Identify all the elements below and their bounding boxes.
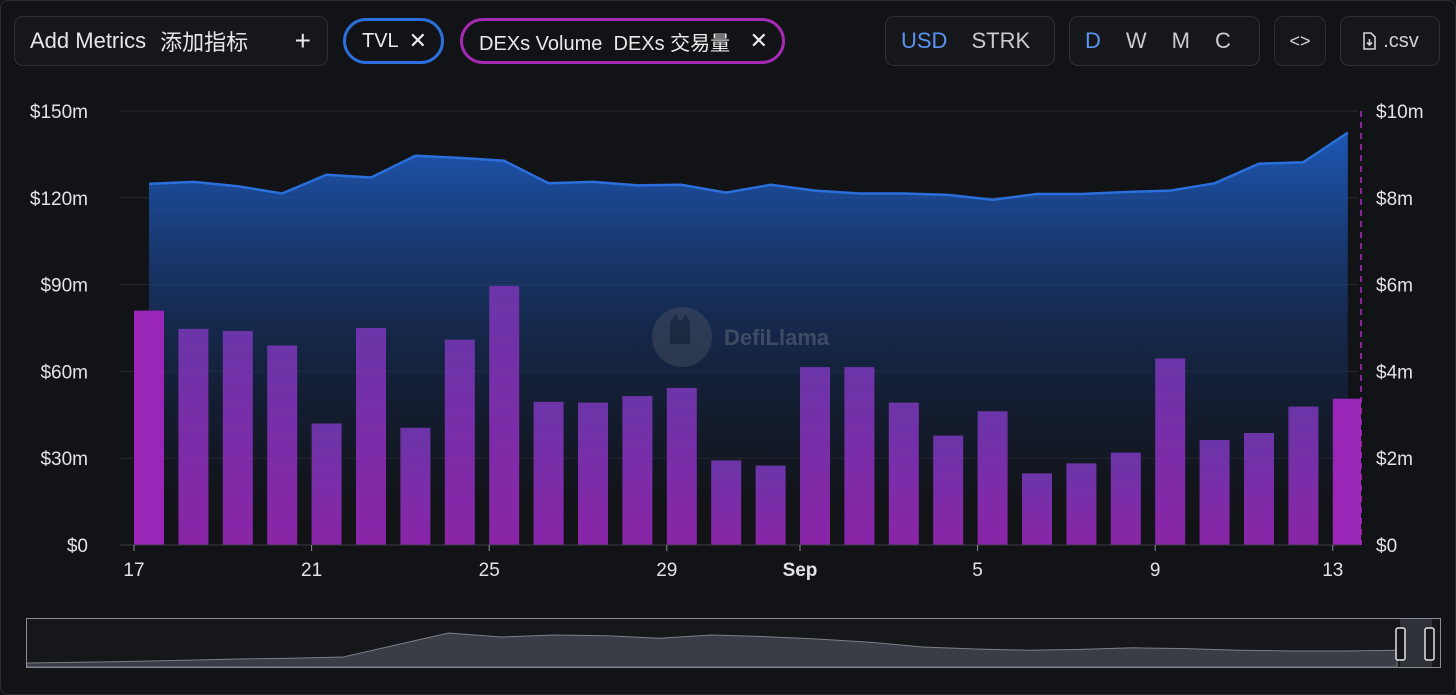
volume-bar[interactable] <box>178 328 209 545</box>
plus-icon: + <box>294 25 311 56</box>
chart-plot[interactable]: DefiLlama $0 $0 $30m $2m $60m $4m $90m $6m $120m… <box>0 90 1456 590</box>
volume-bar[interactable] <box>267 345 298 545</box>
volume-bar[interactable] <box>222 331 253 545</box>
add-metrics-label: Add Metrics <box>30 28 147 53</box>
csv-label: .csv <box>1383 29 1419 52</box>
download-file-icon <box>1363 32 1377 50</box>
volume-bar[interactable] <box>489 285 520 545</box>
granularity-option-daily[interactable]: D <box>1070 28 1101 54</box>
embed-button[interactable]: <> <box>1274 16 1326 66</box>
y-left-tick-label: $90m <box>40 276 88 297</box>
x-tick-label: 17 <box>123 560 144 581</box>
y-left-tick-label: $150m <box>30 102 88 123</box>
volume-bar[interactable] <box>1110 452 1141 545</box>
y-right-tick-label: $10m <box>1376 102 1424 123</box>
volume-bar[interactable] <box>533 401 564 545</box>
metric-chip-label: TVL <box>362 29 399 52</box>
currency-option-strk[interactable]: STRK <box>947 28 1030 54</box>
metric-chip-label: DEXs Volume DEXs 交易量 <box>479 32 731 55</box>
volume-bar[interactable] <box>1022 473 1052 545</box>
x-tick-label: 29 <box>656 560 677 581</box>
granularity-option-weekly[interactable]: W <box>1101 28 1147 54</box>
volume-bar[interactable] <box>311 423 342 546</box>
volume-bar[interactable] <box>1288 406 1319 545</box>
y-right-tick-label: $6m <box>1376 276 1413 297</box>
close-icon[interactable]: ✕ <box>409 28 427 54</box>
currency-option-usd[interactable]: USD <box>886 28 947 54</box>
watermark-text: DefiLlama <box>724 325 830 350</box>
brush-handle[interactable] <box>1424 627 1435 661</box>
volume-bar[interactable] <box>711 460 742 545</box>
granularity-option-monthly[interactable]: M <box>1147 28 1190 54</box>
x-tick-label: 9 <box>1150 560 1161 581</box>
granularity-option-cumulative[interactable]: C <box>1190 28 1231 54</box>
volume-bar[interactable] <box>1244 433 1274 545</box>
add-metrics-label-cn: 添加指标 <box>160 30 249 55</box>
volume-bar[interactable] <box>134 310 164 545</box>
volume-bar[interactable] <box>1199 440 1230 545</box>
close-icon[interactable]: ✕ <box>750 28 768 54</box>
volume-bar[interactable] <box>844 367 875 545</box>
volume-bar[interactable] <box>755 465 786 545</box>
volume-bar[interactable] <box>1066 463 1097 545</box>
x-tick-label: 13 <box>1322 560 1343 581</box>
y-left-tick-label: $60m <box>40 362 88 383</box>
y-right-tick-label: $2m <box>1376 449 1413 470</box>
metric-chip-tvl[interactable]: TVL ✕ <box>343 18 444 64</box>
y-left-tick-label: $120m <box>30 189 88 210</box>
add-metrics-button[interactable]: Add Metrics 添加指标 + <box>14 16 328 66</box>
download-csv-button[interactable]: .csv <box>1340 16 1440 66</box>
volume-bar[interactable] <box>666 387 697 545</box>
volume-bar[interactable] <box>578 402 608 545</box>
x-tick-label: Sep <box>783 560 818 581</box>
brush-handle[interactable] <box>1395 627 1406 661</box>
x-tick-label: 5 <box>972 560 983 581</box>
volume-bar[interactable] <box>400 427 431 545</box>
volume-bar[interactable] <box>800 367 830 545</box>
volume-bar[interactable] <box>933 435 964 545</box>
x-tick-label: 25 <box>479 560 500 581</box>
volume-bar[interactable] <box>1332 398 1361 545</box>
y-left-tick-label: $30m <box>40 449 88 470</box>
volume-bar[interactable] <box>622 396 653 545</box>
y-left-tick-label: $0 <box>67 536 88 557</box>
volume-bar[interactable] <box>444 339 475 545</box>
y-right-tick-label: $4m <box>1376 362 1413 383</box>
volume-bar[interactable] <box>888 402 919 545</box>
volume-bar[interactable] <box>977 411 1008 545</box>
volume-bar[interactable] <box>1155 358 1186 545</box>
metric-chip-dexs-volume[interactable]: DEXs Volume DEXs 交易量 ✕ <box>460 18 785 64</box>
embed-icon: <> <box>1289 30 1311 51</box>
granularity-toggle: D W M C <box>1069 16 1260 66</box>
y-right-tick-label: $0 <box>1376 536 1397 557</box>
currency-toggle: USD STRK <box>885 16 1055 66</box>
volume-bar[interactable] <box>356 328 386 545</box>
y-right-tick-label: $8m <box>1376 189 1413 210</box>
x-tick-label: 21 <box>301 560 322 581</box>
range-brush[interactable] <box>26 618 1442 670</box>
